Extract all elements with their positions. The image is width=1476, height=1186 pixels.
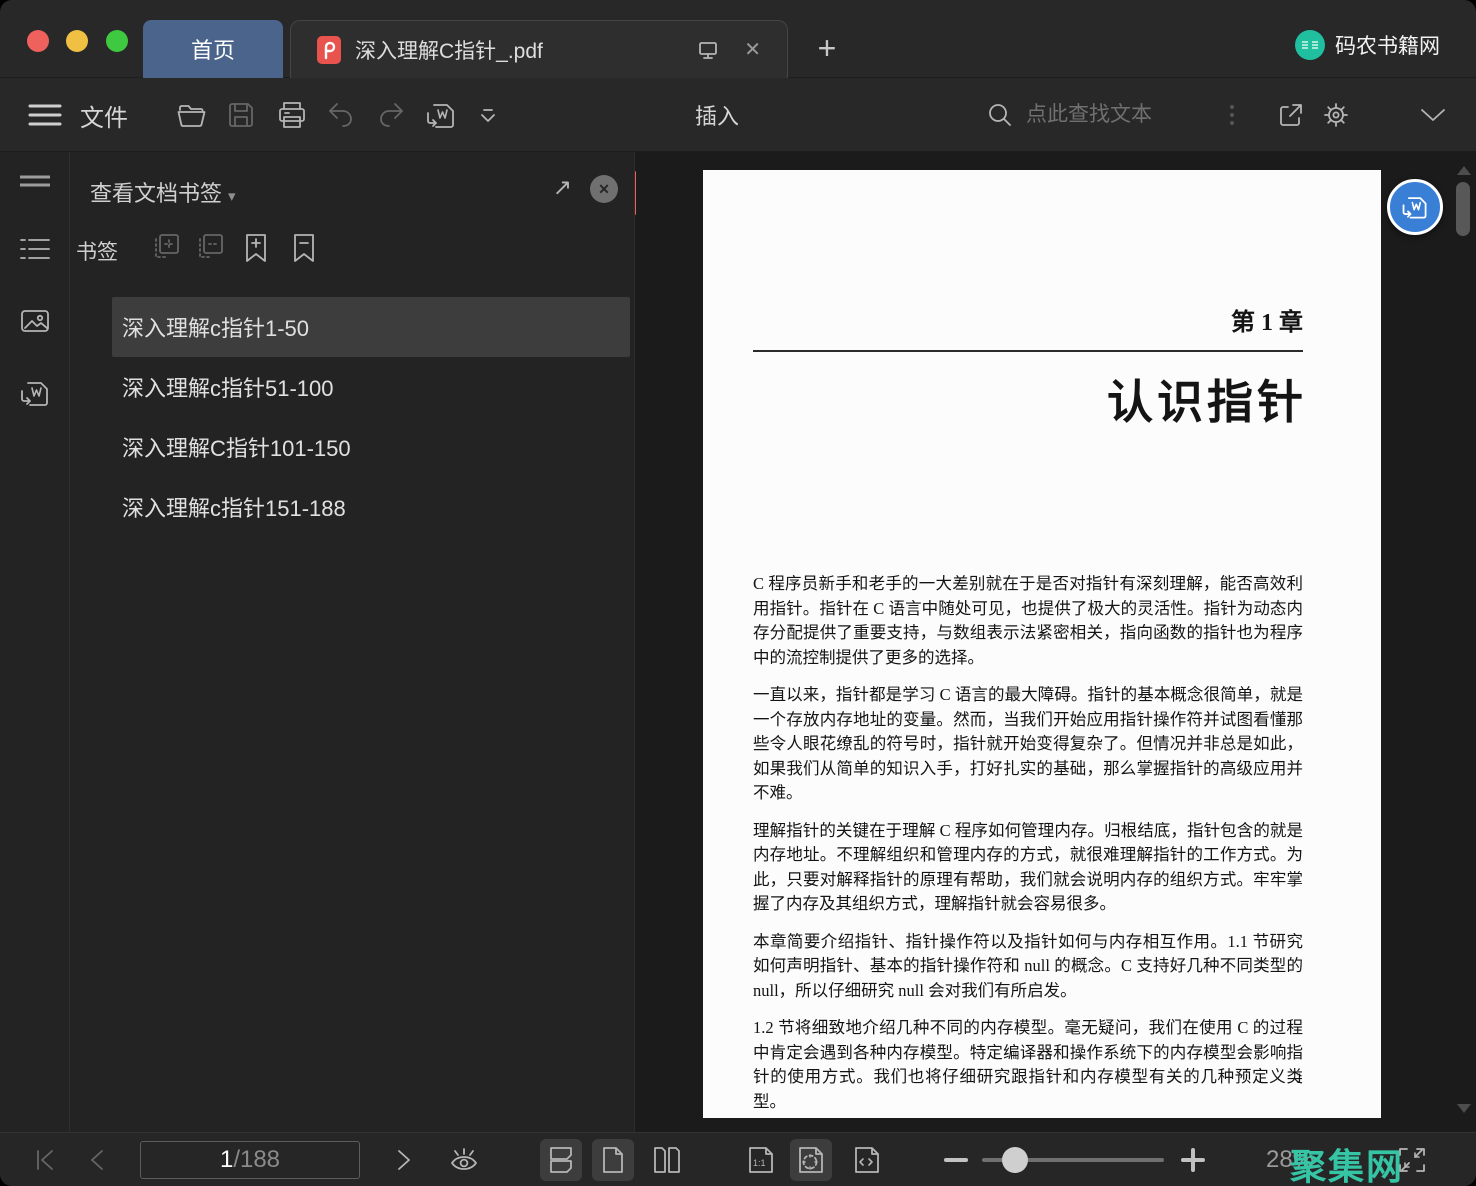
toolbar: 文件 开始 插入 › [0,78,1476,152]
print-icon[interactable] [276,100,308,130]
save-icon[interactable] [226,100,256,130]
minimize-window-button[interactable] [66,30,88,52]
zoom-slider[interactable] [982,1158,1164,1162]
remove-bookmark-icon[interactable] [288,232,320,269]
bookmark-list: 深入理解c指针1-50 深入理解c指针51-100 深入理解C指针101-150… [112,297,630,537]
chevron-down-icon[interactable] [478,106,498,124]
avatar [1295,30,1325,60]
read-mode-icon[interactable] [448,1145,480,1175]
pdf-page: 第 1 章 认识指针 C 程序员新手和老手的一大差别就在于是否对指针有深刻理解，… [703,170,1381,1118]
single-page-view-button[interactable] [592,1139,634,1181]
expand-all-icon[interactable] [152,232,182,267]
panel-title: 查看文档书签 [90,181,222,206]
undo-icon[interactable] [326,101,356,129]
svg-text:1:1: 1:1 [753,1158,766,1168]
tab-document-title: 深入理解C指针_.pdf [355,35,682,65]
collapse-all-icon[interactable] [196,232,226,267]
share-icon[interactable] [1276,100,1306,130]
hamburger-menu-icon[interactable] [28,102,62,128]
search-icon[interactable] [986,101,1014,129]
search-more-icon[interactable] [1230,105,1234,125]
tab-home[interactable]: 首页 [143,20,283,78]
bookmark-item[interactable]: 深入理解c指针51-100 [112,357,630,417]
insert-tab[interactable]: 插入 [695,78,739,152]
two-page-view-button[interactable] [646,1139,688,1181]
page-number: 1 [1296,1071,1304,1088]
fit-page-button[interactable] [790,1139,832,1181]
left-rail [0,152,70,1132]
site-watermark: 聚集网 [1290,1138,1404,1186]
search-input[interactable] [1026,100,1216,130]
pdf-to-word-floating-button[interactable] [1387,179,1443,235]
total-pages: /188 [233,1146,280,1174]
scroll-down-icon[interactable] [1457,1104,1471,1113]
bookmarks-sidebar: 查看文档书签 ▾ ↗ ✕ 书签 深入理解c指针1-50 [70,152,635,1132]
scroll-up-icon[interactable] [1457,166,1471,175]
continuous-view-button[interactable] [540,1139,582,1181]
statusbar: 1/188 1:1 [0,1132,1476,1186]
monitor-icon[interactable] [696,38,720,62]
gear-icon[interactable] [1320,99,1352,131]
close-window-button[interactable] [27,30,49,52]
next-page-button[interactable] [392,1147,416,1173]
main-area: 查看文档书签 ▾ ↗ ✕ 书签 深入理解c指针1-50 [0,152,1476,1132]
collapse-toolbar-icon[interactable] [1418,106,1448,124]
document-view: 第 1 章 认识指针 C 程序员新手和老手的一大差别就在于是否对指针有深刻理解，… [636,152,1476,1132]
image-panel-icon[interactable] [18,306,52,341]
outline-list-icon[interactable] [19,236,51,269]
close-tab-icon[interactable]: ✕ [744,37,761,62]
account[interactable]: 码农书籍网 [1295,30,1440,60]
caret-down-icon: ▾ [228,188,236,205]
close-panel-button[interactable]: ✕ [590,175,618,203]
zoom-out-button[interactable] [944,1157,968,1163]
scrollbar-thumb[interactable] [1456,182,1470,236]
bookmark-item[interactable]: 深入理解C指针101-150 [112,417,630,477]
first-page-button[interactable] [32,1147,58,1173]
export-to-word-rail-icon[interactable] [18,376,52,415]
paragraph: 一直以来，指针都是学习 C 语言的最大障碍。指针的基本概念很简单，就是一个存放内… [753,683,1303,806]
pdf-file-icon [317,36,341,64]
tab-home-label: 首页 [191,33,235,65]
current-page: 1 [220,1146,233,1174]
paragraph: 理解指针的关键在于理解 C 程序如何管理内存。归根结底，指针包含的就是内存地址。… [753,819,1303,917]
actual-size-button[interactable]: 1:1 [740,1139,782,1181]
new-tab-button[interactable]: + [806,26,848,70]
zoom-slider-handle[interactable] [1002,1147,1028,1173]
chapter-title: 认识指针 [1107,366,1307,432]
zoom-in-button[interactable] [1180,1147,1206,1173]
chapter-rule [753,350,1303,352]
panel-title-dropdown[interactable]: 查看文档书签 ▾ [90,176,236,208]
drag-handle-icon[interactable] [18,174,52,193]
page-body: C 程序员新手和老手的一大差别就在于是否对指针有深刻理解，能否高效利用指针。指针… [753,572,1303,1127]
vertical-scrollbar[interactable] [1455,152,1473,1132]
maximize-window-button[interactable] [106,30,128,52]
page-indicator[interactable]: 1/188 [140,1141,360,1179]
file-menu[interactable]: 文件 [80,78,128,152]
paragraph: C 程序员新手和老手的一大差别就在于是否对指针有深刻理解，能否高效利用指针。指针… [753,572,1303,670]
paragraph: 1.2 节将细致地介绍几种不同的内存模型。毫无疑问，我们在使用 C 的过程中肯定… [753,1016,1303,1114]
account-name: 码农书籍网 [1335,30,1440,60]
fit-width-button[interactable] [846,1139,888,1181]
bookmark-item[interactable]: 深入理解c指针151-188 [112,477,630,537]
chapter-number: 第 1 章 [1231,302,1303,337]
add-bookmark-icon[interactable] [240,232,272,269]
popout-panel-icon[interactable]: ↗ [553,174,572,201]
tab-document[interactable]: 深入理解C指针_.pdf ✕ [290,20,788,78]
bookmark-item[interactable]: 深入理解c指针1-50 [112,297,630,357]
paragraph: 本章简要介绍指针、指针操作符以及指针如何与内存相互作用。1.1 节研究如何声明指… [753,930,1303,1004]
titlebar: 首页 深入理解C指针_.pdf ✕ + 码农书籍网 [0,0,1476,78]
bookmarks-section-label: 书签 [76,236,118,266]
pdf-reader-window: 首页 深入理解C指针_.pdf ✕ + 码农书籍网 文件 [0,0,1476,1186]
redo-icon[interactable] [376,101,406,129]
export-to-word-icon[interactable] [424,99,458,131]
previous-page-button[interactable] [84,1147,108,1173]
open-folder-icon[interactable] [176,100,208,130]
